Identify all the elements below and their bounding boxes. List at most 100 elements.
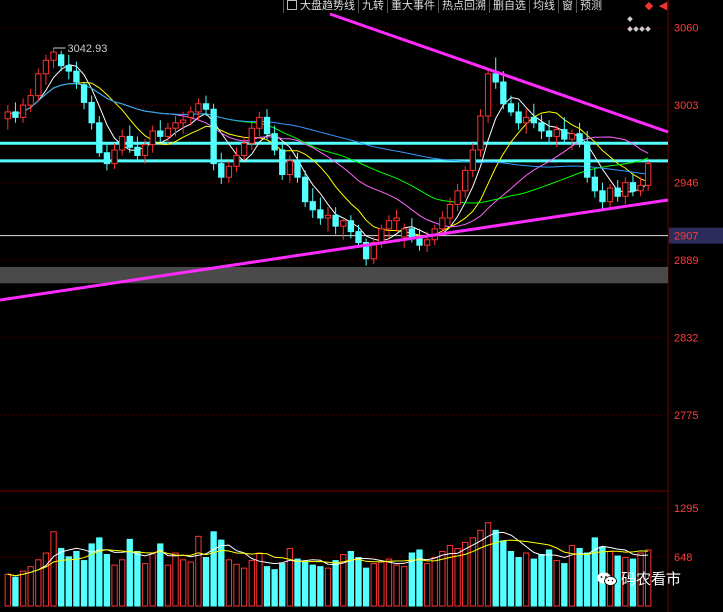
candle-body: [469, 149, 477, 171]
candle: [118, 129, 126, 156]
candle: [256, 111, 263, 137]
checkbox-icon[interactable]: [287, 0, 297, 10]
candle-body: [210, 108, 217, 165]
candle: [454, 184, 461, 212]
tool-hot-spot-review[interactable]: 热点回溯: [438, 0, 489, 13]
candle: [111, 143, 118, 170]
volume-bar: [317, 566, 324, 607]
volume-tick-label: 648: [674, 552, 692, 564]
tool-major-events[interactable]: 重大事件: [387, 0, 438, 13]
candle: [599, 182, 606, 212]
volume-bar: [195, 535, 202, 607]
candle-body: [637, 184, 644, 192]
candle: [12, 102, 19, 123]
volume-bar: [553, 560, 560, 607]
volume-bar: [141, 563, 149, 607]
trend-line-label: 大盘趋势线: [300, 0, 355, 12]
info-diamond-icon[interactable]: ◆: [643, 0, 655, 12]
candle-body: [88, 101, 95, 124]
volume-bar: [111, 564, 118, 607]
candle-body: [599, 190, 606, 203]
marker-diamond: [645, 26, 651, 32]
candle: [202, 95, 210, 116]
candle: [393, 209, 400, 232]
candle-body: [378, 228, 385, 243]
candle-body: [118, 135, 126, 151]
candle-body: [576, 133, 583, 143]
volume-bar: [103, 554, 111, 607]
candle: [500, 71, 507, 110]
volume-bar: [179, 559, 187, 607]
volume-bar: [301, 561, 309, 607]
tool-remove-watchlist[interactable]: 删自选: [489, 0, 529, 13]
candle: [35, 68, 42, 102]
candle: [622, 177, 629, 205]
candle: [545, 120, 553, 144]
volume-bar: [80, 560, 88, 607]
volume-bar: [149, 553, 156, 607]
volume-bar: [4, 573, 11, 607]
tool-forecast[interactable]: 预测: [576, 0, 605, 13]
candle-body: [35, 73, 42, 97]
candle-body: [408, 228, 416, 238]
candle: [591, 169, 598, 198]
volume-bar: [446, 544, 454, 607]
candle: [362, 238, 370, 266]
max-price-label: 3042.93: [68, 43, 108, 55]
volume-bar: [271, 569, 278, 607]
tool-window[interactable]: 窗: [558, 0, 576, 13]
marker-diamond: [639, 26, 645, 32]
arrow-left-icon[interactable]: ◀: [657, 0, 669, 12]
volume-bar: [118, 559, 126, 607]
trend-line-toggle[interactable]: 大盘趋势线: [283, 0, 358, 13]
candle: [233, 147, 240, 172]
candle-body: [58, 54, 65, 67]
candle-body: [561, 129, 568, 140]
candle-body: [134, 146, 141, 156]
volume-bar: [12, 576, 19, 607]
candle-body: [500, 81, 507, 105]
candle-body: [317, 209, 324, 219]
candle-body: [324, 214, 332, 219]
candle: [629, 174, 637, 197]
volume-bar: [431, 557, 438, 607]
candle-body: [50, 51, 57, 61]
volume-bar: [576, 547, 583, 607]
candle: [355, 224, 362, 248]
candle-body: [195, 103, 202, 113]
candle-body: [248, 127, 255, 144]
candle: [439, 211, 446, 235]
volume-bar: [19, 570, 27, 607]
candle: [279, 141, 286, 180]
candle: [164, 122, 172, 145]
candle-body: [622, 182, 629, 197]
gray-band: [0, 266, 668, 284]
price-tick-label: 2946: [674, 178, 698, 190]
candle-body: [218, 163, 225, 178]
tool-nine-turn[interactable]: 九转: [358, 0, 387, 13]
volume-bar: [210, 531, 217, 607]
volume-bar: [187, 561, 194, 607]
candle-body: [65, 65, 72, 72]
candle-body: [80, 84, 88, 103]
candle-body: [233, 154, 240, 167]
candle-body: [606, 187, 614, 203]
tool-moving-average[interactable]: 均线: [529, 0, 558, 13]
candle: [416, 228, 423, 251]
candle-body: [42, 59, 50, 75]
candle: [263, 109, 271, 140]
candle-body: [294, 160, 301, 178]
volume-bar: [172, 552, 179, 607]
volume-bar: [157, 543, 164, 607]
candle-body: [614, 187, 621, 197]
candle-body: [96, 122, 103, 154]
watermark-text: 码农看市: [621, 571, 682, 588]
candle: [19, 98, 27, 123]
candle-body: [256, 116, 263, 129]
candle-body: [484, 73, 492, 117]
candle: [309, 188, 316, 218]
candle-body: [111, 149, 118, 165]
candle-body: [164, 127, 172, 137]
candle: [50, 48, 57, 69]
marker-diamond: [627, 26, 633, 32]
